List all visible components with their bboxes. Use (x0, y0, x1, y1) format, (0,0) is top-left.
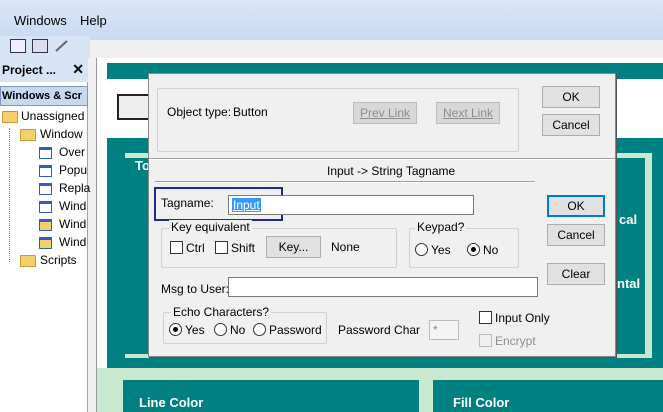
echo-password-radio[interactable] (253, 323, 266, 336)
folder-open-icon (20, 129, 36, 141)
cancel-button[interactable]: Cancel (547, 224, 605, 246)
canvas-label-ntal: ntal (617, 276, 641, 291)
tree-item-window-3[interactable]: Repla (0, 180, 91, 198)
echo-yes-label: Yes (185, 323, 205, 337)
shift-label: Shift (231, 241, 256, 255)
menu-help[interactable]: Help (80, 13, 107, 28)
key-value: None (331, 240, 360, 254)
echo-characters-title: Echo Characters? (171, 305, 272, 319)
object-type-value: Button (233, 105, 268, 119)
tree-label: Repla (59, 181, 91, 195)
pane-title: Project ... ✕ (0, 58, 88, 82)
section-divider (155, 181, 535, 183)
clear-button[interactable]: Clear (547, 263, 605, 285)
tree-item-window-2[interactable]: Popu (0, 162, 88, 180)
tree-label: Window (40, 127, 83, 141)
encrypt-label: Encrypt (495, 334, 536, 348)
keypad-no-label: No (483, 243, 499, 257)
close-icon[interactable]: ✕ (72, 61, 84, 78)
tagname-value: Input (232, 198, 261, 212)
line-color-label: Line Color (139, 395, 204, 410)
section-title: Input -> String Tagname (327, 164, 456, 178)
window-icon (39, 165, 52, 177)
window-yellow-icon (39, 219, 52, 231)
object-type-label: Object type: (167, 105, 232, 119)
project-pane: Project ... ✕ Windows & Scr Unassigned W… (0, 58, 91, 412)
tree-label: Wind (59, 217, 87, 231)
fill-color-label: Fill Color (453, 395, 510, 410)
key-equivalent-title: Key equivalent (169, 220, 252, 234)
input-only-checkbox[interactable] (479, 311, 492, 324)
key-button[interactable]: Key... (266, 236, 321, 258)
echo-yes-radio[interactable] (169, 323, 182, 336)
echo-password-label: Password (269, 323, 322, 337)
tree-label: Popu (59, 163, 88, 177)
toolbar (0, 36, 90, 58)
echo-no-radio[interactable] (214, 323, 227, 336)
tree-label: Wind (59, 235, 87, 249)
pencil-icon[interactable] (54, 39, 70, 53)
tree-item-window-6[interactable]: Wind (0, 234, 88, 252)
password-char-label: Password Char (338, 323, 421, 337)
animation-links-dialog: Object type: Button Prev Link Next Link … (148, 73, 616, 357)
ctrl-checkbox[interactable] (170, 241, 183, 254)
keypad-title: Keypad? (415, 220, 467, 234)
folder-open-icon (2, 111, 18, 123)
canvas-button[interactable] (117, 94, 151, 120)
next-link-button[interactable]: Next Link (436, 102, 500, 124)
shift-checkbox[interactable] (215, 241, 228, 254)
tree-item-window-5[interactable]: Wind (0, 216, 88, 234)
windows-scripts-tab[interactable]: Windows & Scr (0, 86, 88, 106)
ok-top-button[interactable]: OK (542, 86, 600, 108)
dialog-divider (149, 158, 615, 160)
keypad-yes-label: Yes (431, 243, 451, 257)
tree-label: Over (59, 145, 86, 159)
prev-link-label: Prev Link (359, 106, 411, 120)
cancel-top-button[interactable]: Cancel (542, 114, 600, 136)
window-icon (39, 201, 52, 213)
grid-icon[interactable] (10, 39, 26, 53)
ctrl-label: Ctrl (186, 241, 205, 255)
tagname-label: Tagname: (161, 196, 214, 210)
ok-button[interactable]: OK (547, 195, 605, 217)
encrypt-checkbox[interactable] (479, 334, 492, 347)
keypad-yes-radio[interactable] (415, 243, 428, 256)
msg-to-user-input[interactable] (228, 277, 538, 297)
next-link-label: Next Link (442, 106, 494, 120)
window-icon (39, 183, 52, 195)
tree-item-window-4[interactable]: Wind (0, 198, 88, 216)
input-only-label: Input Only (495, 311, 550, 325)
keypad-no-radio[interactable] (467, 243, 480, 256)
password-char-input[interactable]: * (429, 320, 459, 340)
monitor-icon[interactable] (32, 39, 48, 53)
menu-windows[interactable]: Windows (14, 13, 67, 28)
tree-item-scripts[interactable]: Scripts (0, 252, 88, 270)
pane-title-text: Project ... (2, 63, 57, 77)
tree-label: Scripts (40, 253, 77, 267)
canvas-label-cal: cal (619, 212, 638, 227)
tree-item-window-1[interactable]: Over (0, 144, 88, 162)
window-icon (39, 147, 52, 159)
menu-bar: Windows Help (0, 0, 663, 40)
folder-icon (20, 255, 36, 267)
echo-no-label: No (230, 323, 246, 337)
tree-item-unassigned[interactable]: Unassigned (0, 108, 88, 126)
tagname-input[interactable]: Input (228, 195, 474, 215)
msg-to-user-label: Msg to User: (161, 282, 230, 296)
tree-label: Wind (59, 199, 87, 213)
tree-label: Unassigned (21, 109, 85, 123)
window-yellow-icon (39, 237, 52, 249)
tree-item-window[interactable]: Window (0, 126, 88, 144)
prev-link-button[interactable]: Prev Link (353, 102, 417, 124)
